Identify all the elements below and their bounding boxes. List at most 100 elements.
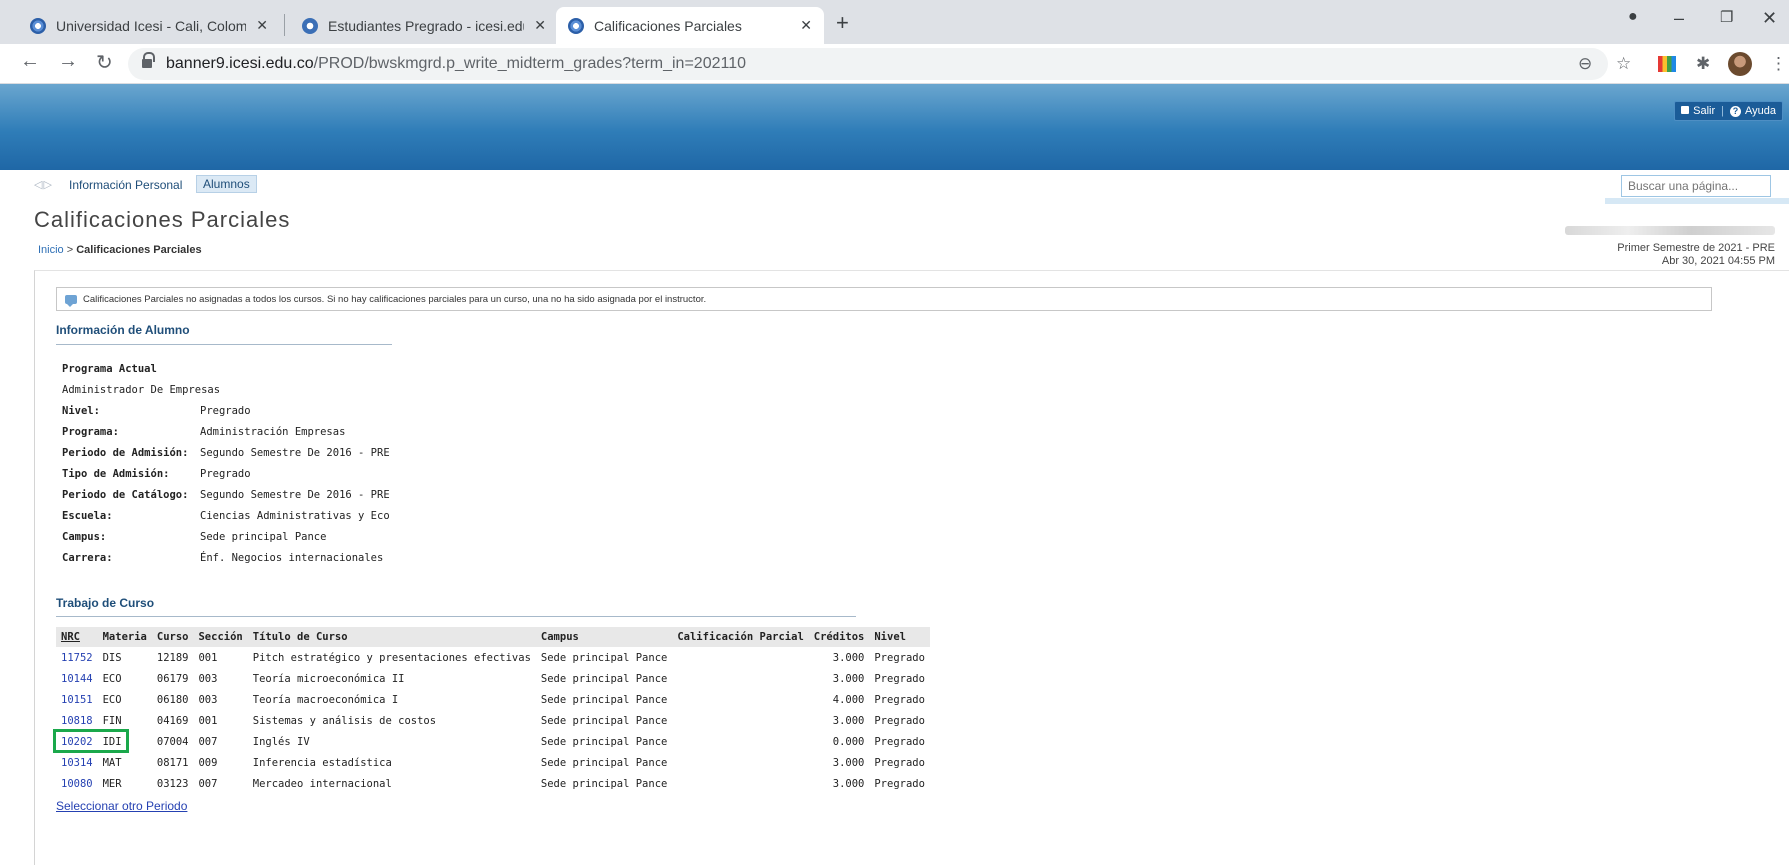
cell-calificacion bbox=[672, 752, 808, 773]
nav-personal-info[interactable]: Información Personal bbox=[69, 178, 182, 192]
extension-icon[interactable] bbox=[1658, 56, 1676, 72]
close-tab-icon[interactable]: ✕ bbox=[524, 17, 546, 34]
nrc-link[interactable]: 10818 bbox=[61, 715, 93, 727]
breadcrumb-current: Calificaciones Parciales bbox=[76, 244, 202, 256]
cell-materia: FIN bbox=[102, 714, 122, 727]
browser-tab-strip: Universidad Icesi - Cali, Colombia ✕ Est… bbox=[0, 0, 1789, 44]
student-info-title: Información de Alumno bbox=[56, 323, 190, 337]
logout-link[interactable]: Salir bbox=[1681, 105, 1715, 117]
student-row: Periodo de Catálogo: Segundo Semestre De … bbox=[62, 484, 390, 505]
page-nav: ◁▷ Información Personal Alumnos bbox=[0, 170, 1789, 198]
nrc-link[interactable]: 10144 bbox=[61, 673, 93, 685]
cell-curso: 04169 bbox=[156, 714, 189, 727]
nrc-link[interactable]: 10080 bbox=[61, 778, 93, 790]
bookmark-star-icon[interactable]: ☆ bbox=[1616, 54, 1631, 74]
cell-calificacion bbox=[672, 731, 808, 752]
avatar[interactable] bbox=[1728, 52, 1752, 76]
cell-materia: ECO bbox=[102, 693, 122, 706]
cell-nivel: Pregrado bbox=[874, 714, 925, 727]
profile-menu-icon[interactable]: ● bbox=[1628, 8, 1638, 26]
tab-title: Calificaciones Parciales bbox=[594, 17, 742, 34]
nav-arrows-icon[interactable]: ◁▷ bbox=[34, 178, 53, 191]
zoom-icon[interactable]: ⊖ bbox=[1578, 54, 1592, 74]
field-label: Programa: bbox=[62, 425, 119, 438]
courses-table: NRC Materia Curso Sección Título de Curs… bbox=[56, 627, 930, 794]
minimize-icon[interactable]: – bbox=[1674, 8, 1684, 29]
col-header-creditos: Créditos bbox=[808, 627, 870, 647]
page-title: Calificaciones Parciales bbox=[34, 207, 291, 232]
student-row: Campus: Sede principal Pance bbox=[62, 526, 390, 547]
restore-icon[interactable]: ❐ bbox=[1720, 8, 1733, 26]
header-links: Salir | ? Ayuda bbox=[1674, 101, 1783, 121]
student-row: Escuela: Ciencias Administrativas y Eco bbox=[62, 505, 390, 526]
help-link[interactable]: ? Ayuda bbox=[1730, 105, 1776, 117]
close-window-icon[interactable]: ✕ bbox=[1762, 8, 1777, 29]
current-program-value: Administrador De Empresas bbox=[62, 383, 221, 396]
reload-icon[interactable]: ↻ bbox=[96, 50, 113, 75]
breadcrumb-home-link[interactable]: Inicio bbox=[38, 244, 64, 256]
field-value: Administración Empresas bbox=[200, 425, 346, 438]
help-icon: ? bbox=[1730, 106, 1741, 117]
lock-icon bbox=[142, 52, 155, 70]
menu-dots-icon[interactable]: ⋮ bbox=[1770, 54, 1787, 74]
field-value: Ciencias Administrativas y Eco bbox=[200, 509, 390, 522]
cell-curso: 12189 bbox=[156, 651, 189, 664]
nrc-link[interactable]: 10151 bbox=[61, 694, 93, 706]
cell-nivel: Pregrado bbox=[874, 693, 925, 706]
cell-titulo: Teoría microeconómica II bbox=[252, 672, 405, 685]
cell-seccion: 003 bbox=[198, 693, 218, 706]
field-value: Énf. Negocios internacionales bbox=[200, 551, 384, 564]
close-tab-icon[interactable]: ✕ bbox=[790, 17, 812, 34]
cell-campus: Sede principal Pance bbox=[540, 735, 668, 748]
field-label: Nivel: bbox=[62, 404, 100, 417]
col-header-nivel: Nivel bbox=[869, 627, 930, 647]
new-tab-icon[interactable]: + bbox=[836, 10, 849, 36]
current-datetime: Abr 30, 2021 04:55 PM bbox=[1661, 255, 1775, 267]
tab-estudiantes-pregrado[interactable]: Estudiantes Pregrado - icesi.edu.co ✕ bbox=[290, 7, 558, 44]
nav-students[interactable]: Alumnos bbox=[196, 175, 257, 193]
cell-seccion: 007 bbox=[198, 735, 218, 748]
url-path: /PROD/bwskmgrd.p_write_midterm_grades?te… bbox=[313, 55, 746, 72]
cell-materia: MER bbox=[102, 777, 122, 790]
cell-curso: 07004 bbox=[156, 735, 189, 748]
tab-title: Estudiantes Pregrado - icesi.edu.co bbox=[328, 17, 524, 34]
separator: | bbox=[1721, 105, 1724, 117]
icesi-favicon-icon bbox=[568, 17, 584, 34]
nrc-link[interactable]: 10314 bbox=[61, 757, 93, 769]
cell-calificacion bbox=[672, 647, 808, 668]
field-label: Periodo de Catálogo: bbox=[62, 488, 189, 501]
browser-toolbar: ← → ↻ banner9.icesi.edu.co/PROD/bwskmgrd… bbox=[0, 44, 1789, 84]
cell-creditos: 3.000 bbox=[832, 651, 865, 664]
table-row: 11752 DIS 12189 001 Pitch estratégico y … bbox=[56, 647, 930, 668]
col-header-titulo: Título de Curso bbox=[247, 627, 536, 647]
close-tab-icon[interactable]: ✕ bbox=[246, 17, 268, 34]
page-search-input[interactable] bbox=[1621, 175, 1771, 197]
field-label: Campus: bbox=[62, 530, 107, 543]
col-header-campus: Campus bbox=[535, 627, 673, 647]
student-row: Programa: Administración Empresas bbox=[62, 421, 390, 442]
forward-arrow-icon[interactable]: → bbox=[58, 50, 78, 73]
field-label: Tipo de Admisión: bbox=[62, 467, 170, 480]
current-program-label: Programa Actual bbox=[62, 362, 157, 375]
cell-campus: Sede principal Pance bbox=[540, 777, 668, 790]
cell-materia: MAT bbox=[102, 756, 122, 769]
cell-campus: Sede principal Pance bbox=[540, 672, 668, 685]
nrc-link[interactable]: 11752 bbox=[61, 652, 93, 664]
cell-calificacion bbox=[672, 773, 808, 794]
tab-calificaciones-parciales[interactable]: Calificaciones Parciales ✕ bbox=[556, 7, 824, 44]
select-other-period-link[interactable]: Seleccionar otro Periodo bbox=[56, 799, 187, 813]
student-info-table: Programa Actual Administrador De Empresa… bbox=[62, 358, 390, 568]
field-label: Escuela: bbox=[62, 509, 113, 522]
cell-nivel: Pregrado bbox=[874, 651, 925, 664]
address-bar[interactable]: banner9.icesi.edu.co/PROD/bwskmgrd.p_wri… bbox=[128, 48, 1608, 80]
back-arrow-icon[interactable]: ← bbox=[20, 50, 40, 73]
col-header-calificacion: Calificación Parcial bbox=[672, 627, 809, 647]
info-note: Calificaciones Parciales no asignadas a … bbox=[56, 287, 1712, 311]
extensions-puzzle-icon[interactable]: ✱ bbox=[1696, 54, 1710, 74]
col-header-curso: Curso bbox=[151, 627, 194, 647]
student-row: Periodo de Admisión: Segundo Semestre De … bbox=[62, 442, 390, 463]
cell-campus: Sede principal Pance bbox=[540, 651, 668, 664]
table-row: 10151 ECO 06180 003 Teoría macroeconómic… bbox=[56, 689, 930, 710]
url-host: banner9.icesi.edu.co bbox=[166, 55, 314, 72]
tab-universidad-icesi[interactable]: Universidad Icesi - Cali, Colombia ✕ bbox=[18, 7, 280, 44]
